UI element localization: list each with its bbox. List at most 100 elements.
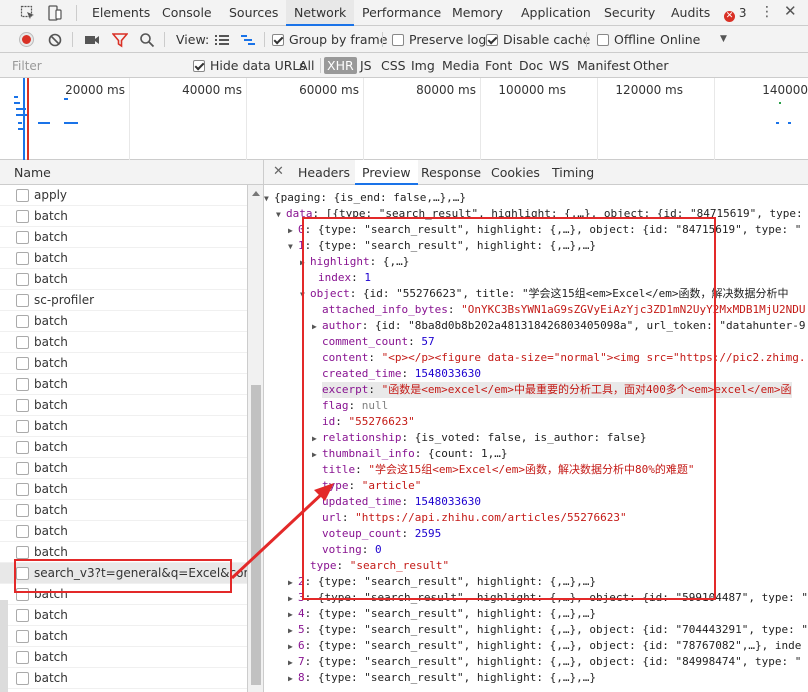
name-column-header[interactable]: Name bbox=[0, 160, 264, 185]
tab-security[interactable]: Security bbox=[604, 0, 655, 26]
request-row[interactable]: batch bbox=[0, 542, 247, 563]
expand-closed-icon[interactable]: ▶ bbox=[288, 623, 298, 639]
filter-type-css[interactable]: CSS bbox=[378, 57, 409, 74]
expand-closed-icon[interactable]: ▶ bbox=[312, 319, 322, 335]
filter-type-media[interactable]: Media bbox=[439, 57, 483, 74]
timeline-overview[interactable]: 20000 ms 40000 ms 60000 ms 80000 ms 1000… bbox=[0, 78, 808, 160]
tab-application[interactable]: Application bbox=[521, 0, 591, 26]
request-row[interactable]: batch bbox=[0, 647, 247, 668]
clear-icon[interactable] bbox=[47, 32, 63, 48]
filter-type-font[interactable]: Font bbox=[482, 57, 515, 74]
request-row[interactable]: batch bbox=[0, 269, 247, 290]
request-row[interactable]: batch bbox=[0, 668, 247, 689]
capture-screenshots-icon[interactable] bbox=[84, 32, 100, 48]
request-row[interactable]: batch bbox=[0, 416, 247, 437]
json-line[interactable]: ▶ highlight: {,…} bbox=[300, 254, 409, 270]
json-line[interactable]: ▶ 3: {type: "search_result", highlight: {… bbox=[288, 590, 808, 606]
request-row[interactable]: batch bbox=[0, 227, 247, 248]
tab-performance[interactable]: Performance bbox=[362, 0, 441, 26]
json-line[interactable]: ▶ 4: {type: "search_result", highlight: {… bbox=[288, 606, 596, 622]
json-line[interactable]: ▶ thumbnail_info: {count: 1,…} bbox=[312, 446, 507, 462]
scroll-up-icon[interactable] bbox=[252, 191, 260, 196]
expand-closed-icon[interactable]: ▶ bbox=[288, 591, 298, 607]
json-line[interactable]: ▶ 6: {type: "search_result", highlight: {… bbox=[288, 638, 801, 654]
expand-closed-icon[interactable]: ▶ bbox=[312, 431, 322, 447]
disable-cache-checkbox[interactable]: Disable cache bbox=[486, 26, 590, 53]
tab-response[interactable]: Response bbox=[421, 160, 481, 185]
json-preview[interactable]: ▼ {paging: {is_end: false,…},…} ▼ data: [{t… bbox=[264, 185, 808, 692]
expand-open-icon[interactable]: ▼ bbox=[276, 207, 286, 223]
filter-type-manifest[interactable]: Manifest bbox=[574, 57, 633, 74]
close-detail-icon[interactable]: ✕ bbox=[273, 164, 284, 179]
filter-type-ws[interactable]: WS bbox=[546, 57, 572, 74]
json-line[interactable]: ▼ data: [{type: "search_result", highligh… bbox=[276, 206, 808, 222]
expand-closed-icon[interactable]: ▶ bbox=[288, 671, 298, 687]
request-row-selected[interactable]: search_v3?t=general&q=Excel&correctio bbox=[0, 563, 247, 584]
filter-input[interactable] bbox=[12, 56, 182, 75]
expand-closed-icon[interactable]: ▶ bbox=[312, 447, 322, 463]
request-list[interactable]: apply batch batch batch batch sc-profiler batc… bbox=[0, 185, 248, 692]
json-line[interactable]: ▼ {paging: {is_end: false,…},…} bbox=[264, 190, 466, 206]
expand-open-icon[interactable]: ▼ bbox=[300, 287, 310, 303]
request-row[interactable]: batch bbox=[0, 332, 247, 353]
expand-open-icon[interactable]: ▼ bbox=[264, 191, 274, 207]
request-row[interactable]: batch bbox=[0, 584, 247, 605]
tab-timing[interactable]: Timing bbox=[552, 160, 594, 185]
json-line[interactable]: ▼ object: {id: "55276623", title: "学会这15组… bbox=[300, 286, 789, 302]
request-row[interactable]: batch bbox=[0, 374, 247, 395]
json-line[interactable]: ▶ 7: {type: "search_result", highlight: {… bbox=[288, 654, 801, 670]
json-line[interactable]: ▶ 2: {type: "search_result", highlight: {… bbox=[288, 574, 596, 590]
expand-open-icon[interactable]: ▼ bbox=[288, 239, 298, 255]
tab-memory[interactable]: Memory bbox=[452, 0, 503, 26]
tab-cookies[interactable]: Cookies bbox=[491, 160, 540, 185]
filter-type-img[interactable]: Img bbox=[408, 57, 438, 74]
error-count-badge[interactable]: ✕ 3 bbox=[724, 5, 746, 22]
request-row[interactable]: batch bbox=[0, 626, 247, 647]
filter-type-all[interactable]: All bbox=[296, 57, 318, 74]
offline-checkbox[interactable]: Offline bbox=[597, 26, 655, 53]
preserve-log-checkbox[interactable]: Preserve log bbox=[392, 26, 486, 53]
tab-elements[interactable]: Elements bbox=[92, 0, 150, 26]
json-line[interactable]: ▶ relationship: {is_voted: false, is_auth… bbox=[312, 430, 647, 446]
scrollbar-thumb[interactable] bbox=[251, 385, 261, 685]
expand-closed-icon[interactable]: ▶ bbox=[288, 223, 298, 239]
request-row[interactable]: batch bbox=[0, 479, 247, 500]
request-row[interactable]: batch bbox=[0, 521, 247, 542]
tab-preview[interactable]: Preview bbox=[355, 160, 418, 185]
request-row[interactable]: sc-profiler bbox=[0, 290, 247, 311]
request-list-scrollbar[interactable] bbox=[248, 185, 264, 692]
json-line[interactable]: ▶ author: {id: "8ba8d0b8b202a481318426803… bbox=[312, 318, 805, 334]
close-devtools-icon[interactable]: ✕ bbox=[784, 2, 797, 20]
request-row[interactable]: batch bbox=[0, 311, 247, 332]
large-rows-icon[interactable] bbox=[214, 32, 230, 48]
filter-type-other[interactable]: Other bbox=[630, 57, 672, 74]
checkbox-checked[interactable] bbox=[272, 34, 284, 46]
expand-closed-icon[interactable]: ▶ bbox=[300, 255, 310, 271]
tab-audits[interactable]: Audits bbox=[671, 0, 710, 26]
checkbox-checked[interactable] bbox=[193, 60, 205, 72]
tab-network[interactable]: Network bbox=[286, 0, 355, 26]
expand-closed-icon[interactable]: ▶ bbox=[288, 639, 298, 655]
hide-data-urls-checkbox[interactable]: Hide data URLs bbox=[190, 57, 309, 74]
tab-console[interactable]: Console bbox=[162, 0, 212, 26]
request-row[interactable]: batch bbox=[0, 353, 247, 374]
request-row[interactable]: batch bbox=[0, 395, 247, 416]
more-options-icon[interactable]: ⋮ bbox=[760, 4, 774, 20]
request-row[interactable]: batch bbox=[0, 500, 247, 521]
filter-type-doc[interactable]: Doc bbox=[516, 57, 546, 74]
json-line[interactable]: ▼ 1: {type: "search_result", highlight: {… bbox=[288, 238, 596, 254]
request-row[interactable]: batch bbox=[0, 437, 247, 458]
request-row[interactable]: batch bbox=[0, 206, 247, 227]
request-row[interactable]: apply bbox=[0, 185, 247, 206]
group-by-frame-checkbox[interactable]: Group by frame bbox=[272, 26, 387, 53]
expand-closed-icon[interactable]: ▶ bbox=[288, 655, 298, 671]
json-line[interactable]: ▶ 8: {type: "search_result", highlight: {… bbox=[288, 670, 596, 686]
request-row[interactable]: batch bbox=[0, 458, 247, 479]
json-line[interactable]: ▶ 0: {type: "search_result", highlight: {… bbox=[288, 222, 801, 238]
expand-closed-icon[interactable]: ▶ bbox=[288, 575, 298, 591]
checkbox-unchecked[interactable] bbox=[597, 34, 609, 46]
filter-type-xhr[interactable]: XHR bbox=[324, 57, 357, 74]
tab-headers[interactable]: Headers bbox=[298, 160, 350, 185]
json-line[interactable]: ▶ 5: {type: "search_result", highlight: {… bbox=[288, 622, 808, 638]
device-toolbar-icon[interactable] bbox=[46, 5, 62, 21]
